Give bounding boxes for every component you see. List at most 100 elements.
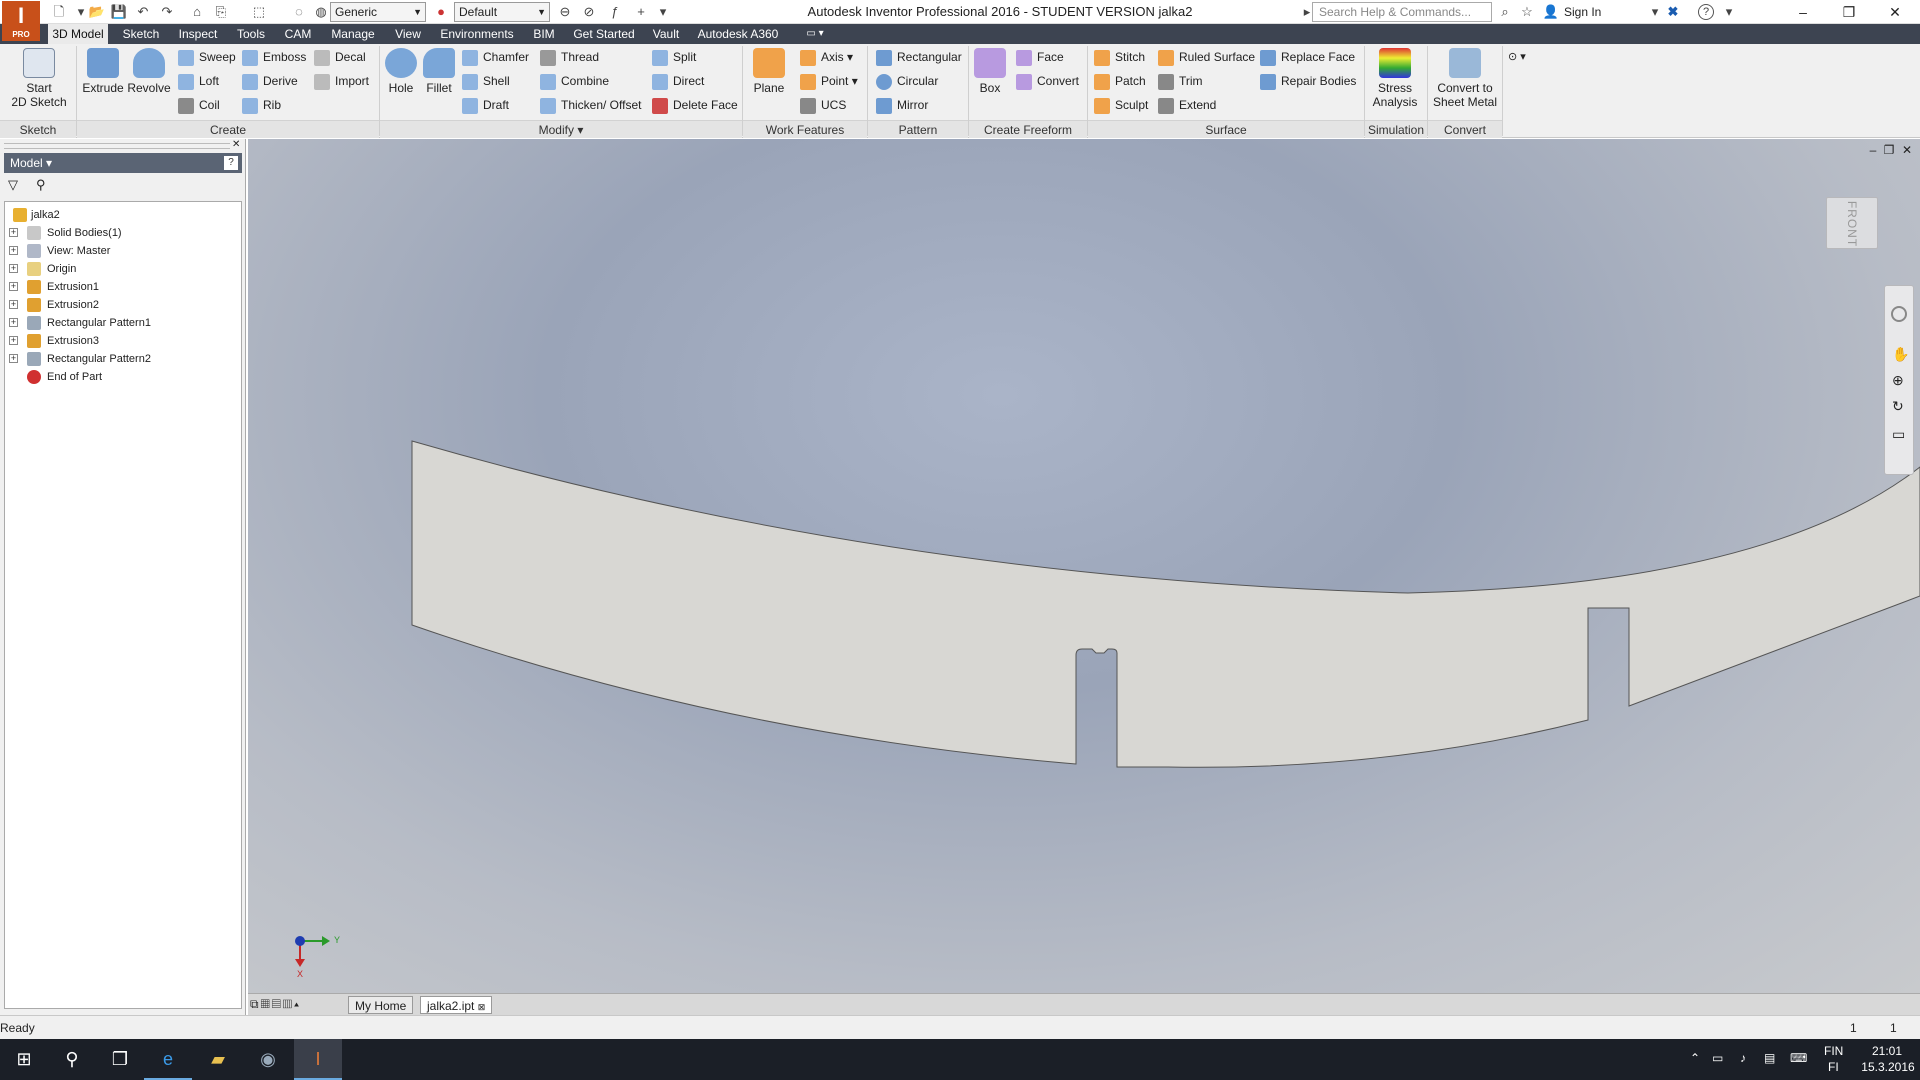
- coil-button[interactable]: Coil: [178, 94, 220, 116]
- search-input[interactable]: Search Help & Commands...: [1312, 2, 1492, 22]
- expand-icon[interactable]: +: [9, 300, 18, 309]
- tab-inspect[interactable]: Inspect: [172, 24, 224, 44]
- delete-face-button[interactable]: Delete Face: [652, 94, 738, 116]
- direct-button[interactable]: Direct: [652, 70, 704, 92]
- fillet-button[interactable]: Fillet: [420, 46, 458, 122]
- repair-bodies-button[interactable]: Repair Bodies: [1260, 70, 1356, 92]
- find-icon[interactable]: ⚲: [36, 177, 46, 193]
- save-icon[interactable]: 💾: [110, 3, 128, 21]
- viewport-restore-button[interactable]: ❐: [1882, 143, 1896, 157]
- point-button[interactable]: Point ▾: [800, 70, 858, 92]
- internet-explorer-icon[interactable]: e: [144, 1039, 192, 1080]
- adjust-icon[interactable]: ⊖: [556, 3, 574, 21]
- help-icon[interactable]: ?: [1698, 4, 1714, 20]
- viewport-minimize-button[interactable]: –: [1866, 143, 1880, 157]
- close-tab-icon[interactable]: ⊠: [478, 1002, 486, 1012]
- viewport-close-button[interactable]: ✕: [1900, 143, 1914, 157]
- browser-header[interactable]: Model ▾ ?: [4, 153, 242, 173]
- keyboard-icon[interactable]: ⌨: [1790, 1051, 1807, 1065]
- extrude-button[interactable]: Extrude: [80, 46, 126, 122]
- replace-face-button[interactable]: Replace Face: [1260, 46, 1355, 68]
- customize-qat-icon[interactable]: ▾: [654, 3, 672, 21]
- plane-button[interactable]: Plane: [748, 46, 790, 122]
- box-button[interactable]: Box: [972, 46, 1008, 122]
- expand-icon[interactable]: +: [9, 336, 18, 345]
- open-file-icon[interactable]: 📂: [88, 3, 106, 21]
- language-indicator[interactable]: FIN: [1824, 1044, 1843, 1058]
- extend-button[interactable]: Extend: [1158, 94, 1216, 116]
- close-button[interactable]: ✕: [1872, 0, 1918, 24]
- task-view-icon[interactable]: ❐: [96, 1039, 144, 1080]
- sculpt-button[interactable]: Sculpt: [1094, 94, 1148, 116]
- expand-icon[interactable]: +: [9, 354, 18, 363]
- circular-pattern-button[interactable]: Circular: [876, 70, 938, 92]
- clear-appearance-icon[interactable]: ⊘: [580, 3, 598, 21]
- doc-tab-my-home[interactable]: My Home: [348, 996, 414, 1014]
- sweep-button[interactable]: Sweep: [178, 46, 236, 68]
- expand-icon[interactable]: +: [9, 228, 18, 237]
- convert-button[interactable]: Convert: [1016, 70, 1079, 92]
- trim-button[interactable]: Trim: [1158, 70, 1203, 92]
- windows-start-icon[interactable]: ⊞: [0, 1039, 48, 1080]
- combine-button[interactable]: Combine: [540, 70, 609, 92]
- undo-icon[interactable]: ↶: [134, 3, 152, 21]
- tab-tools[interactable]: Tools: [230, 24, 272, 44]
- chamfer-button[interactable]: Chamfer: [462, 46, 529, 68]
- browser-close-icon[interactable]: ✕: [232, 139, 240, 150]
- shell-button[interactable]: Shell: [462, 70, 510, 92]
- start-2d-sketch-button[interactable]: Start 2D Sketch: [8, 46, 70, 122]
- tab-cam[interactable]: CAM: [278, 24, 318, 44]
- minimize-button[interactable]: –: [1780, 0, 1826, 24]
- draft-button[interactable]: Draft: [462, 94, 509, 116]
- clock-time[interactable]: 21:01: [1862, 1044, 1912, 1058]
- update-icon[interactable]: ◌: [290, 3, 308, 21]
- tab-bim[interactable]: BIM: [526, 24, 562, 44]
- ucs-button[interactable]: UCS: [800, 94, 846, 116]
- user-icon[interactable]: 👤: [1542, 3, 1560, 21]
- browser-help-icon[interactable]: ?: [224, 156, 238, 170]
- expand-icon[interactable]: +: [9, 318, 18, 327]
- projects-icon[interactable]: ⎘: [212, 3, 230, 21]
- notification-icon[interactable]: ▤: [1764, 1051, 1775, 1065]
- tab-view[interactable]: View: [388, 24, 428, 44]
- steering-wheel-icon[interactable]: [1891, 306, 1907, 322]
- expand-icon[interactable]: +: [9, 246, 18, 255]
- sign-in-link[interactable]: Sign In: [1564, 5, 1601, 19]
- exchange-icon[interactable]: ✖: [1664, 3, 1682, 21]
- inventor-taskbar-icon[interactable]: I: [294, 1039, 342, 1080]
- tab-vault[interactable]: Vault: [646, 24, 686, 44]
- globe-icon[interactable]: ◍: [312, 3, 330, 21]
- tray-chevron-icon[interactable]: ⌃: [1690, 1051, 1700, 1065]
- restore-button[interactable]: ❐: [1826, 0, 1872, 24]
- look-at-icon[interactable]: ▭: [1892, 426, 1905, 443]
- media-app-icon[interactable]: ◉: [244, 1039, 292, 1080]
- file-explorer-icon[interactable]: ▰: [194, 1039, 242, 1080]
- home-icon[interactable]: ⌂: [188, 3, 206, 21]
- volume-icon[interactable]: ♪: [1740, 1051, 1746, 1065]
- appearance-combo[interactable]: Default ▼: [454, 2, 550, 22]
- orbit-icon[interactable]: ↻: [1892, 398, 1904, 415]
- revolve-button[interactable]: Revolve: [126, 46, 172, 122]
- panel-toggle-icon[interactable]: ▭ ▾: [800, 24, 830, 44]
- decal-button[interactable]: Decal: [314, 46, 366, 68]
- redo-icon[interactable]: ↷: [158, 3, 176, 21]
- binoculars-icon[interactable]: ⌕: [1496, 3, 1514, 21]
- derive-button[interactable]: Derive: [242, 70, 298, 92]
- tab-autodesk-a360[interactable]: Autodesk A360: [692, 24, 784, 44]
- tab-manage[interactable]: Manage: [324, 24, 382, 44]
- chevron-down-icon[interactable]: ▾: [1720, 3, 1738, 21]
- network-icon[interactable]: ▭: [1712, 1051, 1723, 1065]
- arrange-windows-icons[interactable]: ⧉▦▤▥▴: [250, 997, 301, 1012]
- panel-label-modify[interactable]: Modify ▾: [380, 120, 742, 138]
- viewcube[interactable]: FRONT: [1826, 197, 1878, 249]
- split-button[interactable]: Split: [652, 46, 696, 68]
- pan-icon[interactable]: ✋: [1892, 346, 1909, 363]
- ribbon-options-icon[interactable]: ⊙ ▾: [1508, 46, 1526, 68]
- new-file-icon[interactable]: 🗋: [50, 3, 68, 21]
- tab-environments[interactable]: Environments: [434, 24, 520, 44]
- expand-icon[interactable]: +: [9, 264, 18, 273]
- thread-button[interactable]: Thread: [540, 46, 599, 68]
- add-icon[interactable]: +: [632, 3, 650, 21]
- mirror-button[interactable]: Mirror: [876, 94, 928, 116]
- filter-icon[interactable]: ▽: [8, 177, 18, 193]
